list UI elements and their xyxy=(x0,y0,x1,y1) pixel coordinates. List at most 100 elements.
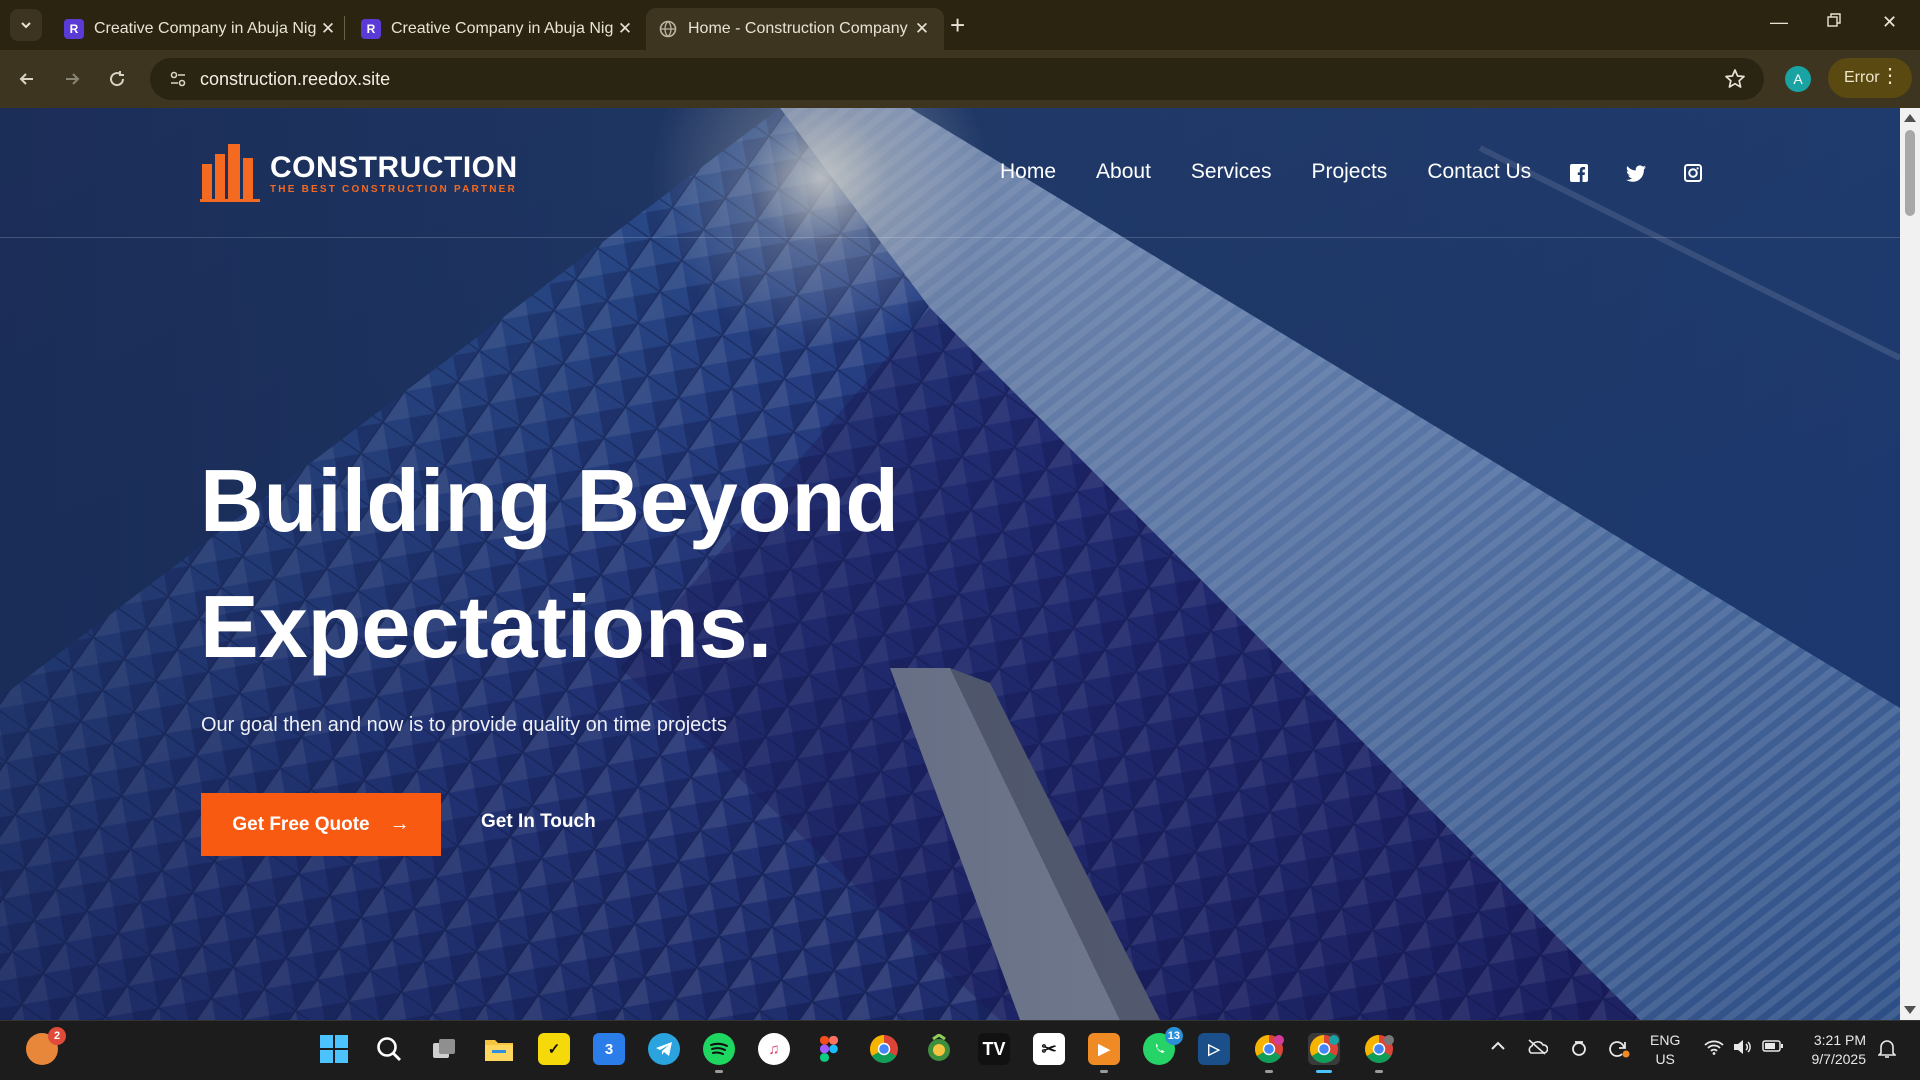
hero-title-line-2: Expectations. xyxy=(200,577,773,676)
hero-title: Building Beyond Expectations. xyxy=(200,438,1100,690)
close-window-button[interactable]: ✕ xyxy=(1882,12,1897,33)
reload-button[interactable] xyxy=(102,64,132,94)
nav-about[interactable]: About xyxy=(1096,160,1151,184)
chrome-profile-v-icon[interactable] xyxy=(1253,1033,1285,1073)
scroll-down-arrow-icon[interactable] xyxy=(1904,1006,1916,1014)
chrome-icon[interactable] xyxy=(868,1033,900,1065)
hero-subtitle: Our goal then and now is to provide qual… xyxy=(201,714,727,736)
tradingview-icon[interactable]: TV xyxy=(978,1033,1010,1065)
site-logo[interactable]: CONSTRUCTION THE BEST CONSTRUCTION PARTN… xyxy=(200,144,518,202)
arrow-left-icon xyxy=(19,73,33,85)
more-vert-icon: ⋮ xyxy=(1880,65,1900,87)
forward-button[interactable] xyxy=(57,64,87,94)
browser-error-button[interactable]: Error ⋮ xyxy=(1828,58,1912,98)
notification-center-icon[interactable] xyxy=(1877,1039,1897,1062)
capcut-icon[interactable]: ✂ xyxy=(1033,1033,1065,1065)
running-indicator xyxy=(1100,1070,1108,1073)
page-scrollbar[interactable] xyxy=(1900,108,1920,1020)
url-text: construction.reedox.site xyxy=(200,68,391,89)
show-hidden-icons-chevron-icon[interactable] xyxy=(1490,1039,1506,1055)
spotify-icon[interactable] xyxy=(703,1033,735,1073)
new-tab-button[interactable]: + xyxy=(950,12,965,38)
task-view-icon[interactable] xyxy=(428,1033,460,1065)
money-icon[interactable] xyxy=(923,1033,955,1065)
address-bar[interactable]: construction.reedox.site xyxy=(150,58,1764,100)
browser-tab[interactable]: R Creative Company in Abuja Nig ✕ xyxy=(52,8,350,50)
building-logo-icon xyxy=(200,144,260,202)
windows-taskbar: 2 ✓ 3 ♫ TV ✂ ▶ 13 ▷ ENG US 3:21 PM 9/7/2… xyxy=(0,1020,1920,1080)
close-icon[interactable]: ✕ xyxy=(318,19,338,39)
language-code: ENG xyxy=(1650,1032,1681,1048)
logo-tagline: THE BEST CONSTRUCTION PARTNER xyxy=(270,183,517,195)
facebook-icon[interactable] xyxy=(1568,162,1590,184)
edge-app-icon[interactable]: ▷ xyxy=(1198,1033,1230,1065)
browser-tab[interactable]: R Creative Company in Abuja Nig ✕ xyxy=(349,8,647,50)
itunes-icon[interactable]: ♫ xyxy=(758,1033,790,1065)
start-icon[interactable] xyxy=(318,1033,350,1065)
region-code: US xyxy=(1655,1051,1675,1067)
bookmark-star-icon[interactable] xyxy=(1724,68,1746,95)
norton-icon[interactable]: ✓ xyxy=(538,1033,570,1065)
profile-avatar[interactable]: A xyxy=(1785,66,1811,92)
browser-tab-active[interactable]: Home - Construction Company ✕ xyxy=(646,8,944,50)
minimize-button[interactable]: — xyxy=(1770,12,1788,33)
running-indicator xyxy=(1375,1070,1383,1073)
clock-date: 9/7/2025 xyxy=(1811,1051,1867,1067)
chrome-profile-a-icon[interactable] xyxy=(1308,1033,1340,1073)
browser-toolbar: construction.reedox.site xyxy=(0,50,1920,108)
reedox-logo-icon: R xyxy=(64,19,84,39)
error-label: Error xyxy=(1844,69,1880,86)
chevron-down-icon xyxy=(21,22,31,29)
file-explorer-icon[interactable] xyxy=(483,1033,515,1065)
scroll-up-arrow-icon[interactable] xyxy=(1904,114,1916,122)
sync-ring-icon[interactable] xyxy=(1570,1039,1588,1060)
logo-name: CONSTRUCTION xyxy=(270,150,518,184)
social-links xyxy=(1568,162,1739,184)
restore-icon xyxy=(1827,13,1841,27)
site-info-icon[interactable] xyxy=(156,70,200,88)
active-indicator xyxy=(1316,1070,1332,1073)
instagram-icon[interactable] xyxy=(1682,162,1704,184)
three-icon[interactable]: 3 xyxy=(593,1033,625,1065)
hero-title-line-1: Building Beyond xyxy=(200,451,900,550)
tab-divider xyxy=(344,16,345,40)
input-language[interactable]: ENG US xyxy=(1650,1031,1680,1069)
weather-widget-icon[interactable]: 2 xyxy=(26,1027,66,1065)
back-button[interactable] xyxy=(12,64,42,94)
volume-icon[interactable] xyxy=(1732,1039,1752,1058)
get-free-quote-button[interactable]: Get Free Quote → xyxy=(201,793,441,856)
update-refresh-icon[interactable] xyxy=(1608,1039,1630,1062)
tab-title: Creative Company in Abuja Nig xyxy=(94,20,317,37)
video-player-icon[interactable]: ▶ xyxy=(1088,1033,1120,1073)
tab-title: Creative Company in Abuja Nig xyxy=(391,20,614,37)
figma-icon[interactable] xyxy=(813,1033,845,1065)
battery-icon[interactable] xyxy=(1762,1039,1784,1056)
main-navigation: Home About Services Projects Contact Us xyxy=(1000,160,1571,184)
nav-services[interactable]: Services xyxy=(1191,160,1272,184)
nav-home[interactable]: Home xyxy=(1000,160,1056,184)
tab-title: Home - Construction Company xyxy=(688,20,908,37)
nav-projects[interactable]: Projects xyxy=(1311,160,1387,184)
page-viewport: CONSTRUCTION THE BEST CONSTRUCTION PARTN… xyxy=(0,108,1920,1020)
tab-search-button[interactable] xyxy=(10,9,42,41)
running-indicator xyxy=(715,1070,723,1073)
site-header: CONSTRUCTION THE BEST CONSTRUCTION PARTN… xyxy=(0,108,1900,238)
whatsapp-icon[interactable]: 13 xyxy=(1143,1027,1183,1065)
get-in-touch-link[interactable]: Get In Touch xyxy=(481,811,596,833)
close-icon[interactable]: ✕ xyxy=(615,19,635,39)
nav-contact-us[interactable]: Contact Us xyxy=(1427,160,1531,184)
telegram-icon[interactable] xyxy=(648,1033,680,1065)
onedrive-offline-icon[interactable] xyxy=(1526,1039,1549,1058)
chrome-profile-guest-icon[interactable] xyxy=(1363,1033,1395,1073)
weather-badge: 2 xyxy=(48,1027,66,1045)
whatsapp-badge: 13 xyxy=(1164,1027,1183,1045)
search-icon[interactable] xyxy=(373,1033,405,1065)
close-icon[interactable]: ✕ xyxy=(912,19,932,39)
clock[interactable]: 3:21 PM 9/7/2025 xyxy=(1800,1031,1867,1069)
wifi-icon[interactable] xyxy=(1704,1039,1724,1058)
arrow-right-icon: → xyxy=(389,813,410,835)
restore-button[interactable] xyxy=(1826,12,1842,33)
get-free-quote-label: Get Free Quote xyxy=(232,813,370,835)
twitter-icon[interactable] xyxy=(1625,162,1647,184)
scrollbar-thumb[interactable] xyxy=(1905,130,1915,216)
